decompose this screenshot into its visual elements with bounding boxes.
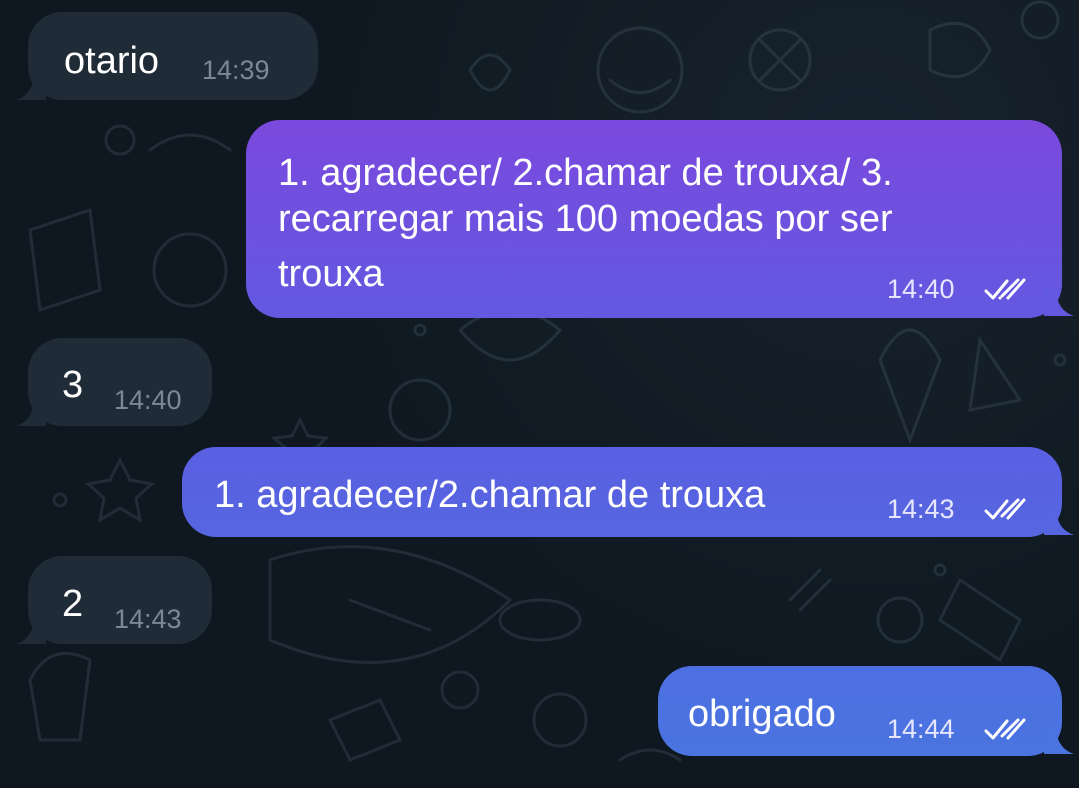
message-text-line: recarregar mais 100 moedas por ser: [278, 198, 893, 240]
message-text-line: 1. agradecer/ 2.chamar de trouxa/ 3.: [278, 152, 893, 194]
double-check-read-icon: [984, 718, 1026, 740]
outgoing-message[interactable]: obrigado 14:44: [658, 666, 1074, 756]
bubble-tail: [16, 398, 46, 426]
message-time: 14:43: [887, 494, 955, 524]
bubble-tail: [16, 616, 46, 644]
message-time: 14:39: [202, 55, 270, 85]
message-time: 14:44: [887, 714, 955, 744]
bubble-tail: [1044, 288, 1074, 316]
double-check-read-icon: [984, 498, 1026, 520]
message-list[interactable]: otario 14:39 1. agradecer/ 2.chamar de t…: [0, 0, 1079, 788]
incoming-message[interactable]: 2 14:43: [16, 556, 212, 644]
message-text: 1. agradecer/2.chamar de trouxa: [214, 474, 766, 516]
message-time: 14:40: [114, 385, 182, 415]
message-text: 3: [62, 364, 84, 406]
bubble-tail: [1044, 726, 1074, 754]
message-text-line: trouxa: [278, 253, 384, 295]
incoming-message[interactable]: 3 14:40: [16, 338, 212, 426]
bubble-tail: [16, 72, 46, 100]
message-text: 2: [62, 583, 84, 625]
incoming-message[interactable]: otario 14:39: [16, 12, 318, 100]
message-time: 14:43: [114, 604, 182, 634]
double-check-read-icon: [984, 278, 1026, 300]
message-time: 14:40: [887, 274, 955, 304]
message-text: otario: [64, 40, 160, 82]
outgoing-message[interactable]: 1. agradecer/2.chamar de trouxa 14:43: [182, 447, 1074, 537]
outgoing-message[interactable]: 1. agradecer/ 2.chamar de trouxa/ 3. rec…: [246, 120, 1074, 318]
message-text: obrigado: [688, 693, 836, 735]
bubble-tail: [1044, 507, 1074, 535]
